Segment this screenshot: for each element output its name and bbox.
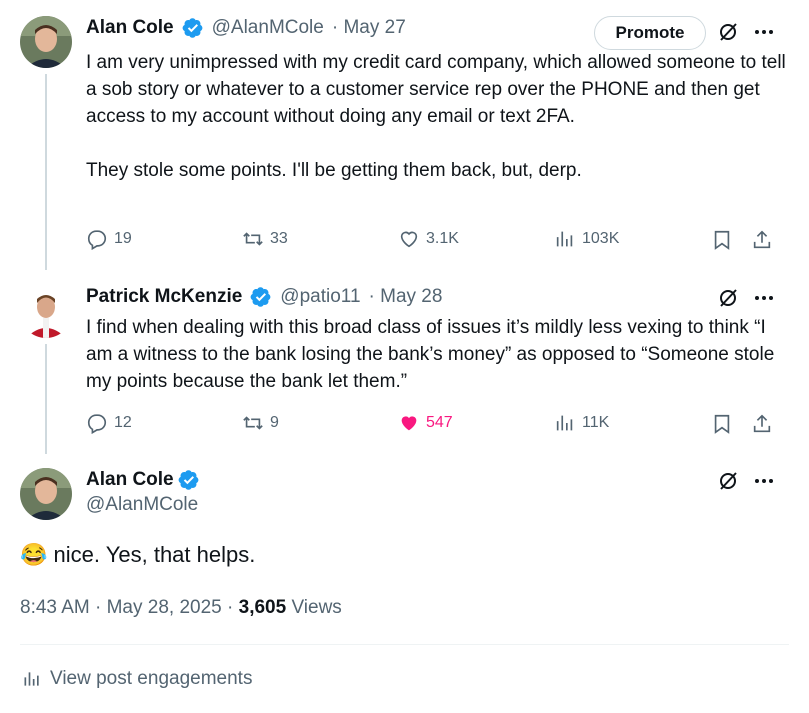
author-name[interactable]: Alan Cole bbox=[86, 469, 174, 491]
main-author: Alan Cole @AlanMCole bbox=[86, 469, 200, 516]
like-button[interactable]: 547 bbox=[398, 412, 453, 434]
repost-button[interactable]: 9 bbox=[242, 412, 279, 434]
views-label: Views bbox=[286, 597, 342, 618]
verified-icon bbox=[250, 287, 271, 307]
share-icon bbox=[753, 230, 771, 249]
bookmark-icon bbox=[714, 414, 730, 434]
tweet1-text: I am very unimpressed with my credit car… bbox=[86, 52, 786, 181]
grok-icon[interactable] bbox=[716, 286, 740, 310]
main-post-text: 😂 nice. Yes, that helps. bbox=[20, 540, 255, 570]
like-count: 3.1K bbox=[426, 230, 459, 247]
post-date[interactable]: · May 27 bbox=[332, 17, 406, 39]
thread-line bbox=[45, 74, 47, 270]
bookmark-button[interactable] bbox=[710, 228, 734, 252]
more-icon[interactable] bbox=[752, 469, 776, 493]
author-name[interactable]: Alan Cole bbox=[86, 17, 174, 39]
analytics-icon bbox=[24, 672, 39, 686]
post-body: nice. Yes, that helps. bbox=[53, 542, 256, 567]
view-count: 11K bbox=[582, 414, 610, 431]
post-meta: 8:43 AM · May 28, 2025 · 3,605 Views bbox=[20, 597, 342, 619]
share-button[interactable] bbox=[750, 228, 774, 252]
heart-icon bbox=[400, 231, 418, 248]
repost-icon bbox=[243, 232, 263, 246]
reply-button[interactable]: 12 bbox=[86, 412, 132, 434]
view-count: 103K bbox=[582, 230, 620, 247]
author-handle[interactable]: @AlanMCole bbox=[86, 494, 200, 516]
like-button[interactable]: 3.1K bbox=[398, 228, 459, 250]
tweet2-header: Patrick McKenzie @patio11 · May 28 bbox=[86, 286, 442, 308]
analytics-icon bbox=[556, 231, 573, 247]
more-icon[interactable] bbox=[752, 286, 776, 310]
reply-button[interactable]: 19 bbox=[86, 228, 132, 250]
bookmark-icon bbox=[714, 230, 730, 250]
view-count: 3,605 bbox=[238, 597, 287, 618]
author-handle[interactable]: @patio11 bbox=[280, 286, 360, 308]
thread-line bbox=[45, 344, 47, 454]
share-icon bbox=[753, 414, 771, 433]
bookmark-button[interactable] bbox=[710, 412, 734, 436]
view-engagements-label: View post engagements bbox=[50, 668, 253, 689]
tweet1-header: Alan Cole @AlanMCole · May 27 bbox=[86, 17, 406, 39]
reply-icon bbox=[87, 414, 107, 434]
share-button[interactable] bbox=[750, 412, 774, 436]
reply-icon bbox=[87, 230, 107, 250]
repost-icon bbox=[243, 416, 263, 430]
view-engagements-link[interactable]: View post engagements bbox=[22, 668, 252, 690]
views-button[interactable]: 103K bbox=[554, 228, 619, 250]
repost-count: 33 bbox=[270, 230, 288, 247]
more-icon[interactable] bbox=[752, 20, 776, 44]
author-handle[interactable]: @AlanMCole bbox=[212, 17, 324, 39]
promote-button[interactable]: Promote bbox=[594, 16, 706, 50]
heart-filled-icon bbox=[401, 416, 417, 431]
views-button[interactable]: 11K bbox=[554, 412, 609, 434]
reply-count: 19 bbox=[114, 230, 132, 247]
post-date[interactable]: · May 28 bbox=[369, 286, 443, 308]
like-count: 547 bbox=[426, 414, 453, 431]
reply-count: 12 bbox=[114, 414, 132, 431]
grok-icon[interactable] bbox=[716, 469, 740, 493]
divider bbox=[20, 644, 789, 645]
avatar-alan-cole[interactable] bbox=[20, 468, 72, 520]
post-timestamp[interactable]: 8:43 AM · May 28, 2025 · bbox=[20, 597, 239, 618]
tweet2-text: I find when dealing with this broad clas… bbox=[86, 317, 780, 392]
analytics-icon bbox=[556, 415, 573, 431]
author-name[interactable]: Patrick McKenzie bbox=[86, 286, 242, 308]
laughing-emoji: 😂 bbox=[20, 542, 48, 567]
verified-icon bbox=[178, 470, 199, 490]
grok-icon[interactable] bbox=[716, 20, 740, 44]
avatar-alan-cole[interactable] bbox=[20, 16, 72, 68]
repost-count: 9 bbox=[270, 414, 279, 431]
avatar-patrick-mckenzie[interactable] bbox=[20, 286, 72, 338]
verified-icon bbox=[182, 18, 203, 38]
repost-button[interactable]: 33 bbox=[242, 228, 288, 250]
